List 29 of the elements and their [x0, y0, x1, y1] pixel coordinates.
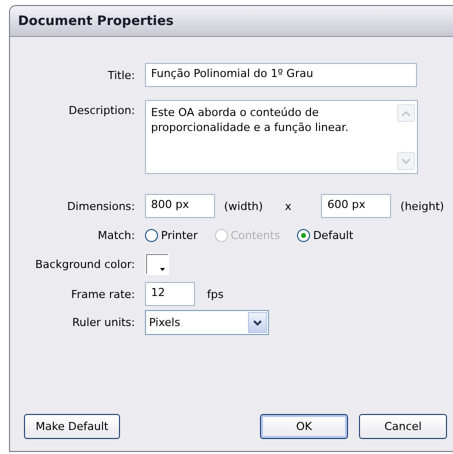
- field-label: Title:: [106, 68, 136, 82]
- separator-label: x: [284, 200, 292, 212]
- field-label: Ruler units:: [71, 316, 136, 329]
- frame-rate-field[interactable]: 12: [145, 282, 195, 306]
- width-field[interactable]: 800 px: [145, 194, 215, 218]
- field-label: Match:: [96, 228, 136, 242]
- radio-option[interactable]: Printer: [145, 228, 198, 242]
- unit-label: (height): [400, 200, 444, 212]
- field-label: Description:: [68, 103, 136, 117]
- field-label: Dimensions:: [66, 200, 136, 212]
- radio-option[interactable]: Default: [297, 228, 354, 242]
- cancel-button[interactable]: Cancel: [359, 414, 447, 439]
- title-field[interactable]: Função Polinomial do 1º Grau: [145, 63, 417, 87]
- unit-label: fps: [207, 288, 224, 300]
- scroll-up-icon[interactable]: [397, 104, 415, 122]
- make-default-button[interactable]: Make Default: [24, 414, 120, 439]
- scroll-down-icon[interactable]: [397, 152, 415, 170]
- color-swatch[interactable]: [145, 253, 169, 275]
- description-field[interactable]: Este OA aborda o conteúdo de proporcionalidade e a função linear.: [145, 100, 418, 174]
- scrollbar[interactable]: [397, 104, 415, 170]
- radio-option: Contents: [214, 228, 280, 242]
- height-field[interactable]: 600 px: [321, 194, 392, 218]
- window-title: Document Properties: [18, 14, 174, 28]
- ok-button[interactable]: OK: [260, 414, 348, 439]
- ruler-units-dropdown[interactable]: Pixels: [145, 310, 269, 335]
- unit-label: (width): [224, 200, 263, 212]
- field-label: Background color:: [34, 258, 136, 270]
- description-text: Este OA aborda o conteúdo de proporcionalidade e a função linear.: [151, 105, 350, 136]
- field-label: Frame rate:: [70, 288, 136, 300]
